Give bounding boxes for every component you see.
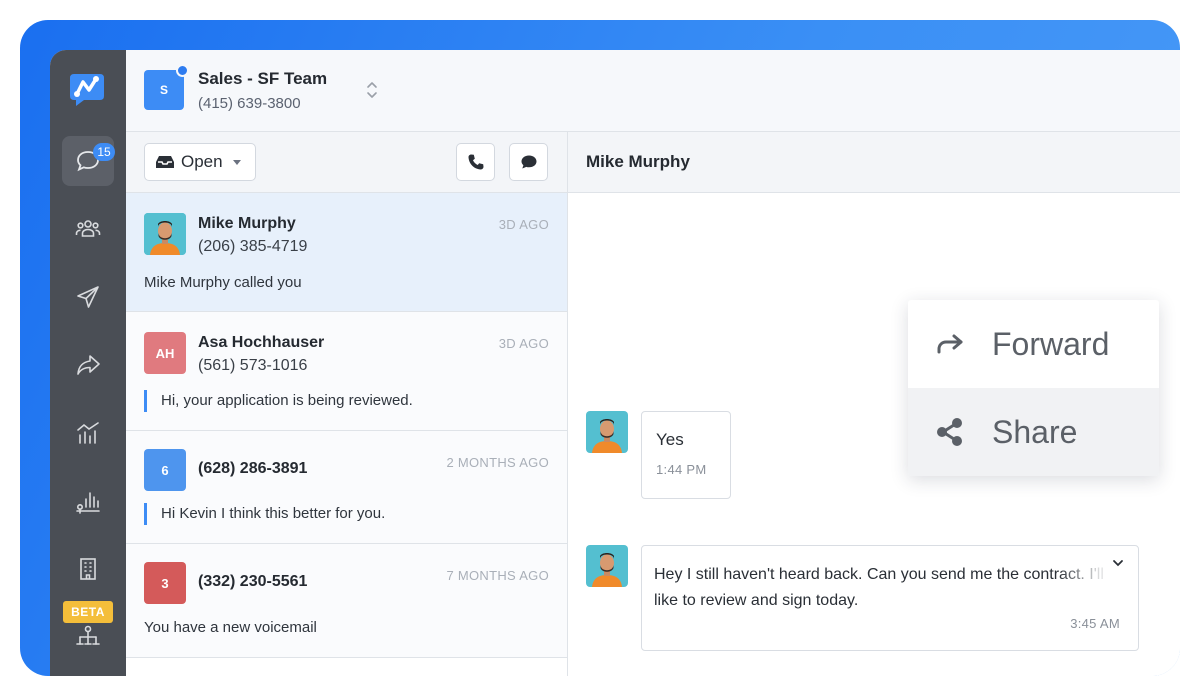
forward-arrow-icon bbox=[937, 334, 963, 354]
caret-down-icon bbox=[232, 159, 241, 165]
team-name[interactable]: Sales - SF Team bbox=[198, 69, 327, 89]
sender-avatar bbox=[586, 411, 628, 453]
conversation-time: 2 MONTHS AGO bbox=[446, 455, 549, 470]
status-dot bbox=[176, 64, 189, 77]
contact-avatar: AH bbox=[144, 332, 186, 374]
conversation-row[interactable]: Mike Murphy (206) 385-4719 3D AGO Mike M… bbox=[126, 193, 567, 312]
rail-item-analytics[interactable] bbox=[62, 408, 114, 458]
rail-item-campaigns[interactable] bbox=[62, 272, 114, 322]
team-avatar[interactable]: S bbox=[144, 70, 184, 110]
team-header: S Sales - SF Team (415) 639-3800 bbox=[126, 50, 1180, 132]
forward-icon bbox=[77, 355, 100, 375]
message-bubble[interactable]: Hey I still haven't heard back. Can you … bbox=[641, 545, 1139, 651]
contact-avatar: 3 bbox=[144, 562, 186, 604]
message-time: 1:44 PM bbox=[656, 462, 707, 477]
rail-item-messages[interactable]: 15 bbox=[62, 136, 115, 186]
contact-phone: (628) 286-3891 bbox=[198, 460, 308, 477]
message-bubble[interactable]: Yes 1:44 PM bbox=[641, 411, 731, 499]
rail-item-workflow[interactable] bbox=[62, 618, 114, 658]
conversation-preview: Mike Murphy called you bbox=[144, 274, 302, 291]
conversation-list: Open Mike Murphy (206) 385-4719 3D AGO M… bbox=[126, 132, 568, 676]
conversation-row[interactable]: 6 (628) 286-3891 2 MONTHS AGO Hi Kevin I… bbox=[126, 431, 567, 544]
contact-avatar: 6 bbox=[144, 449, 186, 491]
chat-title: Mike Murphy bbox=[586, 152, 690, 171]
analytics-icon bbox=[77, 422, 99, 444]
filter-label: Open bbox=[181, 152, 223, 171]
list-toolbar: Open bbox=[126, 132, 567, 193]
filter-dropdown[interactable]: Open bbox=[144, 143, 256, 181]
message-context-menu: Forward Share bbox=[908, 300, 1159, 476]
team-phone: (415) 639-3800 bbox=[198, 95, 301, 112]
contact-phone: (561) 573-1016 bbox=[198, 357, 308, 374]
contact-phone: (206) 385-4719 bbox=[198, 238, 308, 255]
conversation-preview: Hi Kevin I think this better for you. bbox=[144, 503, 385, 525]
logo-icon[interactable] bbox=[68, 70, 106, 108]
sender-avatar bbox=[586, 545, 628, 587]
message-text: Hey I still haven't heard back. Can you … bbox=[654, 566, 1104, 609]
contact-name: Mike Murphy bbox=[198, 215, 296, 232]
nav-rail: 15 BETA bbox=[50, 50, 126, 676]
contact-phone: (332) 230-5561 bbox=[198, 573, 308, 590]
chevron-down-icon[interactable] bbox=[1112, 558, 1124, 568]
chat-header: Mike Murphy bbox=[568, 132, 1180, 193]
rail-item-reports[interactable] bbox=[62, 476, 114, 526]
chat-bubble-icon bbox=[521, 155, 536, 169]
rail-item-building[interactable] bbox=[62, 544, 114, 594]
contact-photo bbox=[144, 213, 186, 255]
reports-icon bbox=[76, 492, 100, 514]
conversation-row[interactable]: AH Asa Hochhauser (561) 573-1016 3D AGO … bbox=[126, 312, 567, 431]
message-time: 3:45 AM bbox=[1070, 616, 1120, 631]
building-icon bbox=[80, 558, 96, 580]
menu-item-share[interactable]: Share bbox=[908, 388, 1159, 476]
share-icon bbox=[937, 418, 962, 446]
contact-name: Asa Hochhauser bbox=[198, 334, 325, 351]
menu-item-forward[interactable]: Forward bbox=[908, 300, 1159, 388]
conversation-time: 3D AGO bbox=[498, 336, 549, 351]
rail-item-forward[interactable] bbox=[62, 340, 114, 390]
new-message-button[interactable] bbox=[509, 143, 548, 181]
rail-item-contacts[interactable] bbox=[62, 204, 114, 254]
campaigns-icon bbox=[77, 286, 99, 308]
conversation-preview: Hi, your application is being reviewed. bbox=[144, 390, 413, 412]
unread-badge: 15 bbox=[93, 143, 115, 161]
conversation-preview: You have a new voicemail bbox=[144, 619, 317, 636]
menu-label: Share bbox=[992, 413, 1078, 450]
conversation-row[interactable]: 3 (332) 230-5561 7 MONTHS AGO You have a… bbox=[126, 544, 567, 658]
conversation-time: 7 MONTHS AGO bbox=[446, 568, 549, 583]
chevron-up-down-icon[interactable] bbox=[364, 78, 380, 102]
phone-icon bbox=[468, 154, 483, 170]
message-text: Yes bbox=[656, 430, 684, 449]
call-button[interactable] bbox=[456, 143, 495, 181]
menu-label: Forward bbox=[992, 325, 1110, 362]
inbox-icon bbox=[156, 156, 174, 168]
contacts-icon bbox=[75, 220, 101, 237]
conversation-time: 3D AGO bbox=[498, 217, 549, 232]
workflow-icon bbox=[76, 625, 100, 645]
